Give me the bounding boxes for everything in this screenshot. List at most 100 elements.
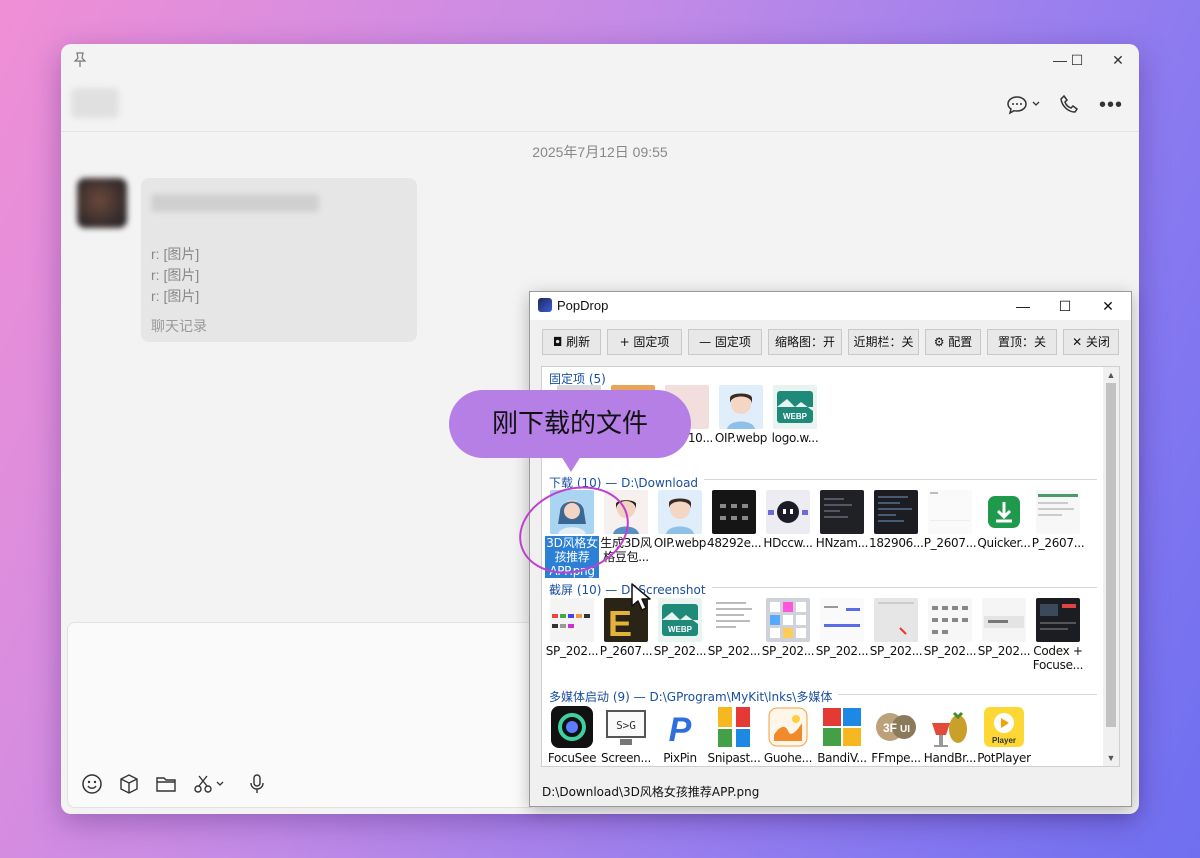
always-on-top-toggle-button[interactable]: 置顶：关 — [987, 329, 1057, 355]
list-item[interactable]: SP_202... — [761, 598, 815, 658]
file-name: OIP.webp — [714, 431, 768, 445]
list-item[interactable]: 48292e... — [707, 490, 761, 550]
mouse-cursor-icon — [630, 582, 652, 612]
screentogif-icon: S>G — [604, 705, 648, 749]
popdrop-close-button[interactable]: ✕ — [1093, 295, 1123, 317]
config-button[interactable]: ⚙ 配置 — [925, 329, 981, 355]
handbrake-icon — [928, 705, 972, 749]
svg-text:Player: Player — [992, 736, 1016, 745]
file-thumbnail — [550, 598, 594, 642]
list-item[interactable]: HNzam... — [815, 490, 869, 550]
list-item[interactable]: 182906... — [869, 490, 923, 550]
list-item[interactable]: OIP.webp — [653, 490, 707, 550]
list-item[interactable]: SP_202... — [977, 598, 1031, 658]
scroll-up-arrow[interactable]: ▲ — [1103, 368, 1119, 382]
file-name: BandiV... — [817, 751, 867, 765]
chat-record-bubble[interactable]: r: [图片] r: [图片] r: [图片] 聊天记录 — [141, 178, 417, 342]
file-thumbnail — [874, 490, 918, 534]
potplayer-icon: Player — [982, 705, 1026, 749]
close-panel-button[interactable]: ✕ 关闭 — [1063, 329, 1119, 355]
list-item[interactable]: WEBP logo.w... — [768, 385, 822, 445]
microphone-icon[interactable] — [245, 773, 269, 795]
list-item[interactable]: P PixPin — [653, 705, 707, 765]
list-item[interactable]: P_2607... — [1031, 490, 1085, 550]
focusee-icon — [550, 705, 594, 749]
list-item[interactable]: SP_202... — [545, 598, 599, 658]
svg-text:S>G: S>G — [616, 719, 636, 732]
add-pinned-button[interactable]: + 固定项 — [607, 329, 682, 355]
emoji-icon[interactable] — [80, 773, 104, 795]
popdrop-minimize-button[interactable]: — — [1008, 295, 1038, 317]
recent-bar-toggle-button[interactable]: 近期栏：关 — [848, 329, 919, 355]
quicker-icon — [982, 490, 1026, 534]
list-item[interactable]: BandiV... — [815, 705, 869, 765]
file-thumbnail — [928, 598, 972, 642]
file-name: Codex + Focuse... — [1032, 644, 1084, 672]
bubble-footer: 聊天记录 — [151, 318, 207, 334]
popdrop-titlebar: PopDrop — ☐ ✕ — [530, 292, 1131, 320]
list-item[interactable]: P_2607... — [923, 490, 977, 550]
cube-icon[interactable] — [117, 773, 141, 795]
list-item[interactable]: Quicker... — [977, 490, 1031, 550]
pin-icon[interactable] — [73, 52, 87, 68]
bandiview-icon — [820, 705, 864, 749]
file-thumbnail — [766, 598, 810, 642]
callout-tail — [561, 456, 581, 472]
list-item[interactable]: 3F UI FFmpe... — [869, 705, 923, 765]
remove-pinned-button[interactable]: — 固定项 — [688, 329, 762, 355]
avatar[interactable] — [77, 178, 127, 228]
bubble-line: r: [图片] — [151, 288, 200, 304]
scrollbar-thumb[interactable] — [1106, 383, 1116, 727]
list-item[interactable]: SP_202... — [869, 598, 923, 658]
webp-logo-icon: WEBP — [658, 598, 702, 642]
file-thumbnail — [820, 490, 864, 534]
message-input[interactable] — [67, 622, 537, 808]
list-item[interactable]: Player PotPlayer — [977, 705, 1031, 765]
list-item[interactable]: SP_202... — [707, 598, 761, 658]
maximize-button[interactable]: ☐ — [1062, 50, 1092, 70]
close-button[interactable]: ✕ — [1103, 50, 1133, 70]
refresh-icon: ◘ — [552, 335, 567, 349]
file-name: FocuSee — [547, 751, 597, 765]
scissors-icon[interactable] — [192, 773, 226, 795]
svg-text:WEBP: WEBP — [783, 412, 808, 421]
file-name: SP_202... — [977, 644, 1031, 658]
list-item[interactable]: Guohe... — [761, 705, 815, 765]
list-item[interactable]: SP_202... — [815, 598, 869, 658]
file-name: SP_202... — [869, 644, 923, 658]
bubble-title — [151, 194, 319, 212]
file-name: FFmpe... — [871, 751, 921, 765]
file-name: SP_202... — [923, 644, 977, 658]
folder-icon[interactable] — [154, 773, 178, 795]
list-item[interactable]: Codex + Focuse... — [1031, 598, 1085, 672]
list-item[interactable]: SP_202... — [923, 598, 977, 658]
popdrop-maximize-button[interactable]: ☐ — [1050, 295, 1080, 317]
more-icon[interactable]: ••• — [1099, 94, 1123, 116]
list-item[interactable]: HDccw... — [761, 490, 815, 550]
svg-text:UI: UI — [900, 724, 910, 735]
file-name: P_2607... — [1031, 536, 1085, 550]
svg-text:3F: 3F — [883, 721, 897, 735]
list-item[interactable]: OIP.webp — [714, 385, 768, 445]
file-name: PotPlayer — [977, 751, 1031, 765]
list-item[interactable]: HandBr... — [923, 705, 977, 765]
refresh-label: 刷新 — [566, 335, 591, 349]
svg-text:E: E — [608, 603, 632, 642]
phone-icon[interactable] — [1059, 94, 1081, 116]
thumbnail-toggle-button[interactable]: 缩略图：开 — [768, 329, 842, 355]
chat-bubble-icon[interactable] — [1007, 94, 1041, 116]
svg-text:P: P — [669, 711, 692, 749]
file-thumbnail — [820, 598, 864, 642]
list-item[interactable]: S>G Screen... — [599, 705, 653, 765]
message-timestamp: 2025年7月12日 09:55 — [532, 144, 668, 160]
file-thumbnail — [658, 490, 702, 534]
popdrop-title: PopDrop — [557, 298, 609, 313]
svg-text:WEBP: WEBP — [668, 625, 693, 634]
refresh-button[interactable]: ◘ 刷新 — [542, 329, 601, 355]
list-item[interactable]: Snipast... — [707, 705, 761, 765]
vertical-scrollbar[interactable]: ▲ ▼ — [1103, 367, 1119, 766]
list-item[interactable]: WEBP SP_202... — [653, 598, 707, 658]
file-name: HDccw... — [763, 536, 813, 550]
list-item[interactable]: FocuSee — [545, 705, 599, 765]
scroll-down-arrow[interactable]: ▼ — [1103, 751, 1119, 765]
